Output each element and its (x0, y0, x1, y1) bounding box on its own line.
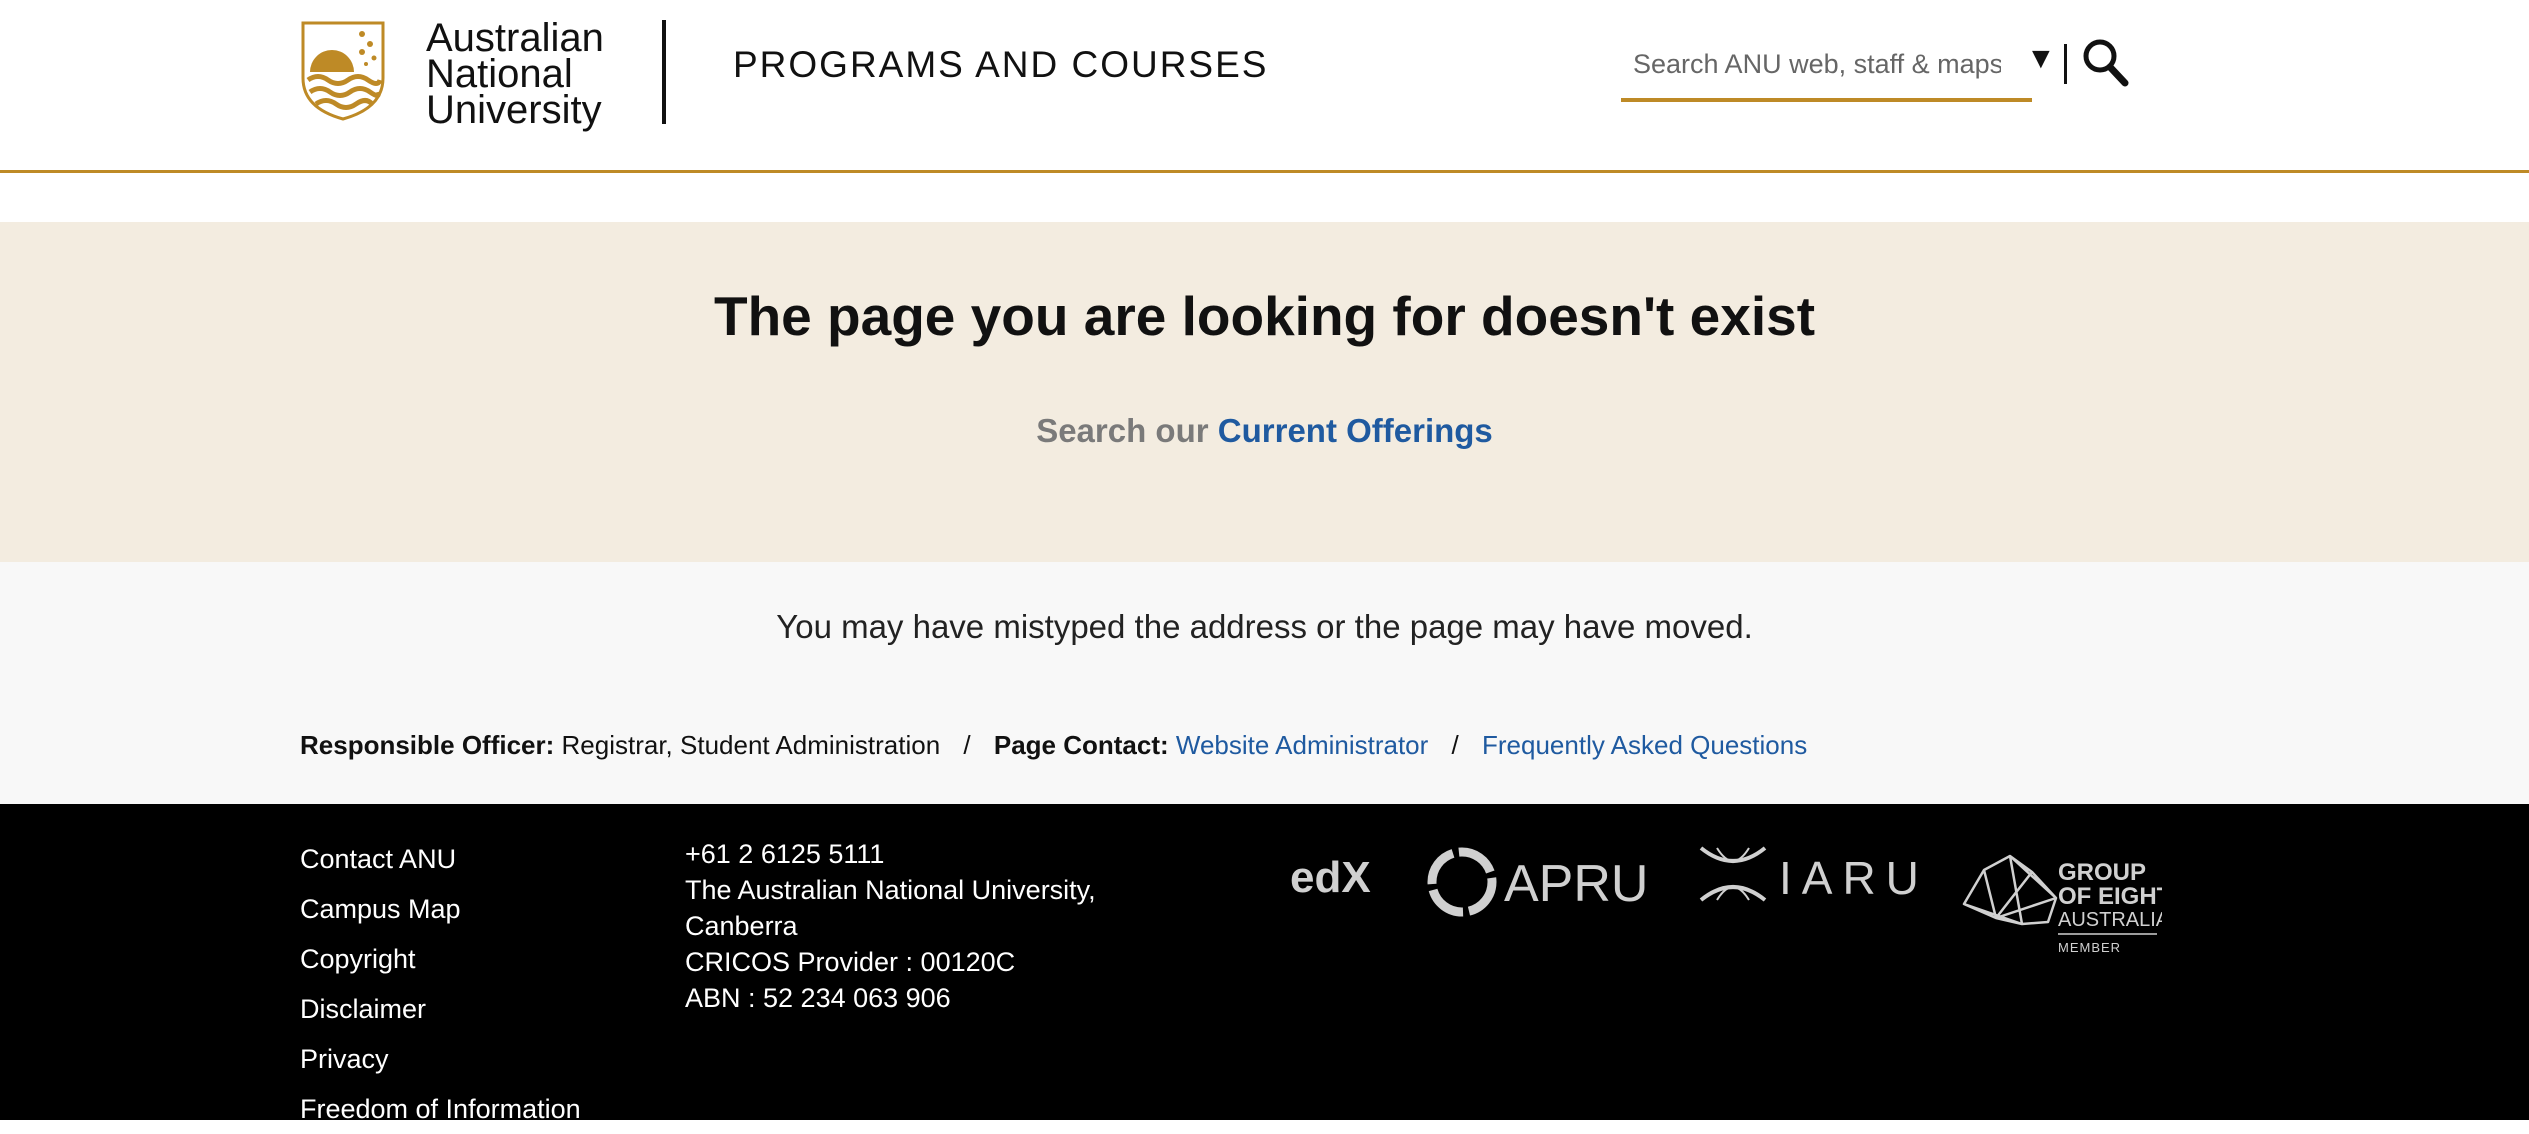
list-item: Copyright (300, 934, 581, 984)
site-title[interactable]: PROGRAMS AND COURSES (733, 44, 1268, 86)
university-name: Australian National University (426, 16, 604, 132)
apru-wordmark: APRU (1504, 855, 1648, 913)
list-item: Freedom of Information (300, 1084, 581, 1134)
list-item: Contact ANU (300, 834, 581, 884)
contact-cricos: CRICOS Provider : 00120C (685, 947, 1016, 977)
hero-search-prefix: Search our (1036, 412, 1209, 449)
iaru-wordmark: IARU (1779, 852, 1917, 904)
list-item: Privacy (300, 1034, 581, 1084)
go8-wordmark: GROUP (2058, 859, 2146, 886)
search-icon (2083, 39, 2129, 87)
brand-divider (662, 20, 666, 124)
error-hero: The page you are looking for doesn't exi… (0, 222, 2529, 562)
list-item: Campus Map (300, 884, 581, 934)
search-box (1621, 30, 2032, 102)
edx-wordmark: edX (1290, 853, 1371, 902)
university-name-line: National (426, 52, 573, 96)
contact-phone: +61 2 6125 5111 (685, 839, 885, 869)
responsible-officer-label: Responsible Officer: (300, 730, 555, 760)
go8-logo-icon: GROUP OF EIGHT AUSTRALIA MEMBER (1962, 854, 2162, 955)
search-scope-dropdown[interactable]: ▼ (2026, 42, 2056, 76)
site-header: Australian National University PROGRAMS … (0, 0, 2529, 173)
go8-logo[interactable]: GROUP OF EIGHT AUSTRALIA MEMBER (1962, 852, 2162, 962)
page-title: The page you are looking for doesn't exi… (713, 285, 1816, 347)
iaru-logo[interactable]: IARU (1697, 844, 1917, 910)
site-footer: Contact ANU Campus Map Copyright Disclai… (0, 804, 2529, 1124)
anu-crest-icon (301, 21, 385, 121)
contact-address: The Australian National University, (685, 875, 1096, 905)
list-item: Disclaimer (300, 984, 581, 1034)
go8-member-label: MEMBER (2058, 940, 2121, 955)
website-administrator-link[interactable]: Website Administrator (1176, 730, 1428, 760)
contact-abn: ABN : 52 234 063 906 (685, 983, 951, 1013)
anu-logo[interactable]: Australian National University (300, 16, 604, 132)
footer-links: Contact ANU Campus Map Copyright Disclai… (300, 834, 581, 1134)
page-officer-info: Responsible Officer: Registrar, Student … (300, 730, 1807, 761)
current-offerings-link[interactable]: Current Offerings (1218, 412, 1493, 449)
page-contact-label: Page Contact: (993, 730, 1169, 760)
university-name-line: Australian (426, 16, 604, 60)
separator: / (963, 730, 971, 760)
footer-contact: +61 2 6125 5111 The Australian National … (685, 836, 1096, 1016)
footer-link-privacy[interactable]: Privacy (300, 1044, 389, 1074)
message-area: You may have mistyped the address or the… (0, 562, 2529, 804)
search-separator (2064, 44, 2067, 84)
error-message: You may have mistyped the address or the… (776, 608, 1753, 645)
search-input[interactable] (1621, 30, 2001, 98)
apru-logo-icon: APRU (1427, 847, 1648, 917)
footer-link-campus-map[interactable]: Campus Map (300, 894, 461, 924)
separator: / (1451, 730, 1459, 760)
footer-link-contact[interactable]: Contact ANU (300, 844, 456, 874)
apru-logo[interactable]: APRU (1426, 844, 1651, 924)
iaru-logo-icon: IARU (1699, 846, 1917, 904)
university-name-line: University (426, 88, 602, 132)
search-button[interactable] (2080, 36, 2130, 88)
edx-logo[interactable]: edX (1290, 852, 1380, 902)
go8-wordmark: AUSTRALIA (2058, 909, 2162, 931)
hero-search-line: Search our Current Offerings (0, 412, 2529, 450)
go8-wordmark: OF EIGHT (2058, 883, 2162, 910)
responsible-officer-value: Registrar, Student Administration (561, 730, 941, 760)
faq-link[interactable]: Frequently Asked Questions (1482, 730, 1807, 760)
contact-address: Canberra (685, 911, 798, 941)
edx-logo-icon: edX (1290, 853, 1371, 902)
footer-link-copyright[interactable]: Copyright (300, 944, 416, 974)
footer-link-disclaimer[interactable]: Disclaimer (300, 994, 426, 1024)
